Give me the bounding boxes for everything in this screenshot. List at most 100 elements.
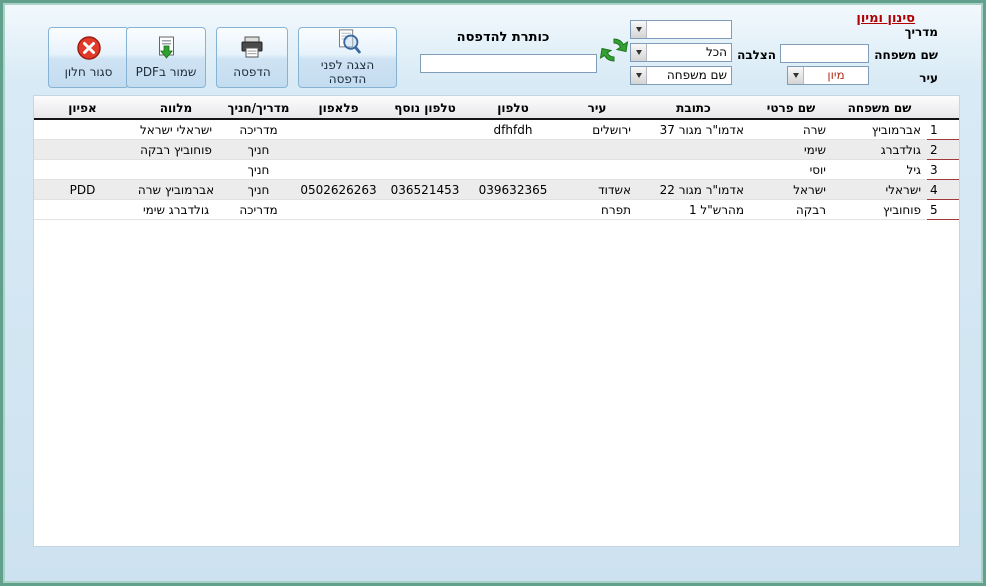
cell-address: אדמו"ר מגור 22	[637, 180, 750, 200]
cell-num: 2	[927, 140, 959, 160]
header-city: עיר	[587, 101, 607, 115]
close-window-button[interactable]: סגור חלון	[48, 27, 129, 88]
cell-city: ירושלים	[557, 120, 637, 140]
header-last-name: שם משפחה	[847, 101, 912, 115]
sort-by-combobox-value: שם משפחה	[666, 68, 727, 82]
cell-first-name: ישראל	[750, 180, 832, 200]
city-label: עיר	[919, 71, 938, 85]
cell-phone-extra	[381, 200, 469, 220]
print-preview-button[interactable]: הצגה לפני הדפסה	[298, 27, 397, 88]
instructor-combobox-value	[647, 21, 731, 38]
header-role: מדריך/חניך	[227, 101, 290, 115]
cell-escort: פוחוביץ רבקה	[131, 140, 221, 160]
cell-profile	[34, 160, 131, 180]
cell-num: 4	[927, 180, 959, 200]
last-name-label: שם משפחה	[874, 48, 938, 62]
instructor-combobox[interactable]	[630, 20, 732, 39]
print-icon	[241, 36, 263, 58]
cell-phone-extra	[381, 140, 469, 160]
print-title-label: כותרת להדפסה	[456, 30, 550, 45]
dropdown-arrow-icon[interactable]	[631, 44, 647, 61]
header-num	[927, 96, 959, 118]
cell-address: מהרש"ל 1	[637, 200, 750, 220]
cell-role: חניך	[221, 140, 296, 160]
sort-combobox-value: מיון	[827, 68, 845, 82]
cell-escort: גולדברג שימי	[131, 200, 221, 220]
cell-address: אדמו"ר מגור 37	[637, 120, 750, 140]
refresh-button[interactable]	[598, 34, 630, 66]
cell-last-name: פוחוביץ	[832, 200, 927, 220]
cell-profile: PDD	[34, 180, 131, 200]
cell-phone-extra: 036521453	[381, 180, 469, 200]
header-first-name: שם פרטי	[766, 101, 816, 115]
cell-num: 5	[927, 200, 959, 220]
cell-mobile	[296, 140, 381, 160]
dropdown-arrow-icon[interactable]	[631, 21, 647, 38]
table-row[interactable]: 3 גיל יוסי חניך	[34, 160, 959, 180]
sort-combobox[interactable]: מיון	[787, 66, 869, 85]
dropdown-arrow-icon[interactable]	[631, 67, 647, 84]
table-row[interactable]: 2 גולדברג שימי חניך פוחוביץ רבקה	[34, 140, 959, 160]
table-row[interactable]: 5 פוחוביץ רבקה מהרש"ל 1 תפרח מדריכה גולד…	[34, 200, 959, 220]
cell-first-name: שימי	[750, 140, 832, 160]
save-pdf-icon	[159, 36, 174, 59]
cell-phone	[469, 160, 557, 180]
cell-first-name: רבקה	[750, 200, 832, 220]
header-phone-extra: טלפון נוסף	[394, 101, 456, 115]
cell-last-name: ישראלי	[832, 180, 927, 200]
header-address: כתובת	[676, 101, 711, 115]
cell-mobile: 0502626263	[296, 180, 381, 200]
app-window: סגור חלון שמור בPDF הדפסה הצגה לפני הדפס…	[0, 0, 986, 586]
dropdown-arrow-icon[interactable]	[788, 67, 804, 84]
cell-last-name: גולדברג	[832, 140, 927, 160]
cell-phone-extra	[381, 160, 469, 180]
cell-role: מדריכה	[221, 200, 296, 220]
table-row[interactable]: 4 ישראלי ישראל אדמו"ר מגור 22 אשדוד 0396…	[34, 180, 959, 200]
print-button[interactable]: הדפסה	[216, 27, 288, 88]
filter-sort-title: סינון ומיון	[856, 11, 915, 26]
sort-by-combobox[interactable]: שם משפחה	[630, 66, 732, 85]
print-label: הדפסה	[233, 65, 271, 80]
table-row[interactable]: 1 אברמוביץ שרה אדמו"ר מגור 37 ירושלים df…	[34, 120, 959, 140]
crossing-combobox[interactable]: הכל	[630, 43, 732, 62]
cell-last-name: גיל	[832, 160, 927, 180]
cell-mobile	[296, 160, 381, 180]
header-escort: מלווה	[159, 101, 193, 115]
cell-mobile	[296, 120, 381, 140]
header-mobile: פלאפון	[318, 101, 359, 115]
cell-profile	[34, 200, 131, 220]
save-pdf-label: שמור בPDF	[135, 65, 197, 80]
cell-phone	[469, 200, 557, 220]
print-preview-icon	[338, 29, 361, 54]
cell-city: אשדוד	[557, 180, 637, 200]
cell-first-name: שרה	[750, 120, 832, 140]
cell-num: 1	[927, 120, 959, 140]
print-title-input[interactable]	[420, 54, 597, 73]
instructor-label: מדריך	[904, 25, 938, 39]
header-phone: טלפון	[497, 101, 529, 115]
close-icon	[76, 36, 101, 60]
cell-address	[637, 140, 750, 160]
cell-escort: ישראלי ישראל	[131, 120, 221, 140]
cell-city	[557, 140, 637, 160]
cell-escort: אברמוביץ שרה	[131, 180, 221, 200]
save-pdf-button[interactable]: שמור בPDF	[126, 27, 206, 88]
cell-phone: 039632365	[469, 180, 557, 200]
cell-role: חניך	[221, 180, 296, 200]
last-name-input[interactable]	[780, 44, 869, 63]
header-profile: אפיון	[68, 101, 97, 115]
cell-escort	[131, 160, 221, 180]
cell-city: תפרח	[557, 200, 637, 220]
cell-profile	[34, 120, 131, 140]
cell-city	[557, 160, 637, 180]
close-window-label: סגור חלון	[64, 65, 113, 80]
students-table: שם משפחה שם פרטי כתובת עיר טלפון טלפון נ…	[33, 95, 960, 547]
cell-phone-extra	[381, 120, 469, 140]
cell-role: חניך	[221, 160, 296, 180]
cell-num: 3	[927, 160, 959, 180]
cell-phone: dfhfdh	[469, 120, 557, 140]
cell-first-name: יוסי	[750, 160, 832, 180]
cell-role: מדריכה	[221, 120, 296, 140]
cell-mobile	[296, 200, 381, 220]
cell-phone	[469, 140, 557, 160]
